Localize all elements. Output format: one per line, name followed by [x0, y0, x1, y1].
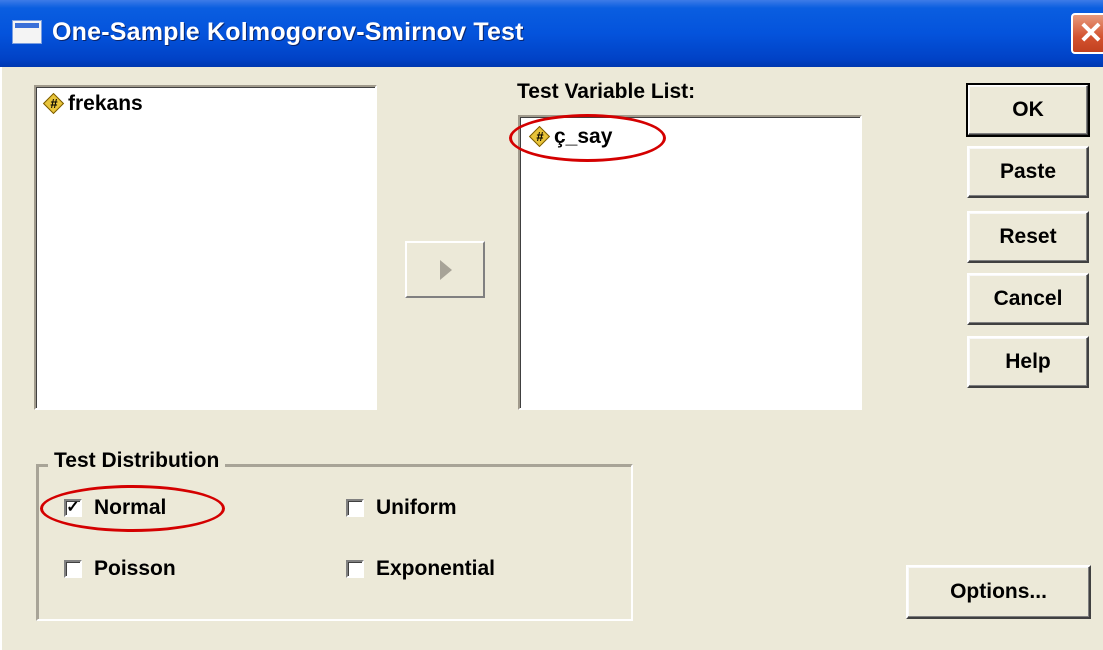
checkbox-icon[interactable] — [346, 560, 364, 578]
options-button[interactable]: Options... — [906, 565, 1091, 619]
reset-button[interactable]: Reset — [967, 211, 1089, 263]
cancel-button[interactable]: Cancel — [967, 273, 1089, 325]
exponential-label: Exponential — [376, 557, 496, 580]
paste-button[interactable]: Paste — [967, 146, 1089, 198]
test-distribution-group — [36, 464, 633, 621]
checkbox-icon[interactable] — [346, 499, 364, 517]
test-distribution-legend: Test Distribution — [48, 449, 226, 473]
window-icon — [12, 20, 42, 44]
arrow-right-icon — [440, 260, 452, 280]
exponential-checkbox[interactable]: Exponential — [346, 557, 495, 581]
title-bar[interactable]: One-Sample Kolmogorov-Smirnov Test ✕ — [0, 0, 1103, 67]
checkbox-checked-icon[interactable]: ✓ — [64, 499, 82, 517]
list-item[interactable]: # frekans — [42, 92, 143, 116]
poisson-checkbox[interactable]: Poisson — [64, 557, 176, 581]
list-item[interactable]: # ç_say — [528, 125, 613, 149]
window-title: One-Sample Kolmogorov-Smirnov Test — [52, 18, 524, 46]
uniform-checkbox[interactable]: Uniform — [346, 496, 457, 520]
normal-checkbox[interactable]: ✓ Normal — [64, 496, 166, 520]
source-variable-list[interactable]: # frekans — [34, 85, 377, 410]
uniform-label: Uniform — [376, 496, 457, 519]
variable-label: ç_say — [554, 125, 613, 148]
help-button[interactable]: Help — [967, 336, 1089, 388]
variable-label: frekans — [68, 92, 143, 115]
test-variable-list-label: Test Variable List: — [517, 80, 696, 103]
move-variable-button[interactable] — [405, 241, 485, 298]
ok-button[interactable]: OK — [966, 83, 1090, 137]
normal-label: Normal — [94, 496, 167, 519]
numeric-variable-icon: # — [528, 125, 551, 148]
poisson-label: Poisson — [94, 557, 176, 580]
close-button[interactable]: ✕ — [1071, 13, 1103, 54]
checkbox-icon[interactable] — [64, 560, 82, 578]
test-variable-list[interactable]: # ç_say — [518, 115, 862, 410]
numeric-variable-icon: # — [42, 92, 65, 115]
